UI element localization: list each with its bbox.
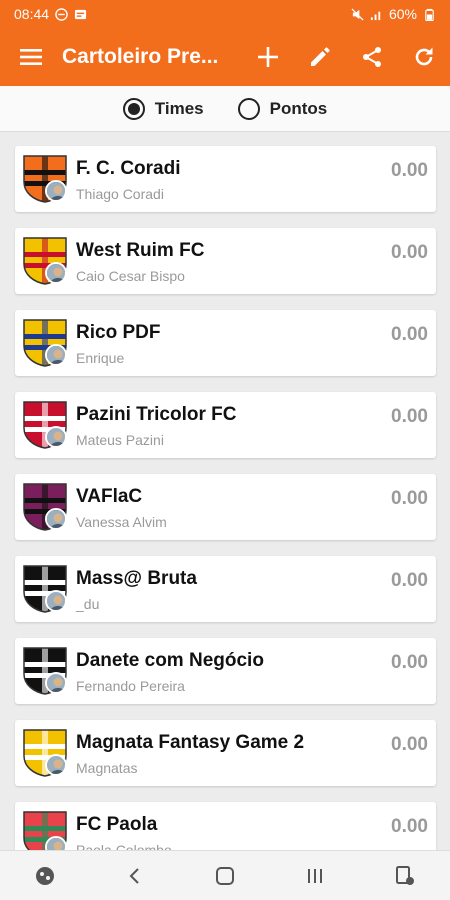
avatar: [45, 672, 67, 694]
team-score: 0.00: [391, 570, 428, 591]
system-nav-bar: [0, 850, 450, 900]
avatar: [45, 426, 67, 448]
refresh-icon: [415, 47, 433, 66]
radio-times-label: Times: [154, 98, 204, 118]
radio-selected-icon: [122, 97, 145, 120]
team-name: Danete com Negócio: [76, 650, 264, 671]
owner-name: Magnatas: [76, 760, 138, 776]
radio-unselected-icon: [237, 97, 260, 120]
home-button[interactable]: [205, 856, 245, 896]
owner-name: Vanessa Alvim: [76, 514, 167, 530]
team-score: 0.00: [391, 734, 428, 755]
plus-icon: [258, 47, 278, 67]
share-button[interactable]: [346, 28, 398, 86]
recents-button[interactable]: [295, 856, 335, 896]
pencil-icon: [311, 47, 330, 66]
avatar: [45, 344, 67, 366]
avatar: [45, 508, 67, 530]
owner-name: Fernando Pereira: [76, 678, 185, 694]
screenshot-icon: [396, 865, 414, 885]
team-score: 0.00: [391, 652, 428, 673]
battery-icon: [425, 8, 434, 21]
team-name: Magnata Fantasy Game 2: [76, 732, 305, 753]
owner-name: Caio Cesar Bispo: [76, 268, 185, 284]
radio-times[interactable]: Times: [122, 97, 204, 120]
view-toggle: Times Pontos: [0, 86, 450, 132]
notification-icon: [74, 9, 87, 19]
team-card[interactable]: Rico PDF Enrique 0.00: [15, 310, 436, 376]
owner-name: _du: [76, 596, 100, 612]
owner-name: Paola Colombo: [76, 842, 172, 850]
edit-button[interactable]: [294, 28, 346, 86]
status-bar: 08:44 60%: [0, 0, 450, 28]
team-name: Pazini Tricolor FC: [76, 404, 237, 425]
owner-name: Enrique: [76, 350, 125, 366]
team-score: 0.00: [391, 160, 428, 181]
team-card[interactable]: Magnata Fantasy Game 2 Magnatas 0.00: [15, 720, 436, 786]
team-card[interactable]: Pazini Tricolor FC Mateus Pazini 0.00: [15, 392, 436, 458]
app-bar: Cartoleiro Pre...: [0, 28, 450, 86]
mute-icon: [351, 8, 364, 20]
team-name: VAFlaC: [76, 486, 143, 507]
team-name: West Ruim FC: [76, 240, 205, 261]
team-score: 0.00: [391, 488, 428, 509]
team-name: F. C. Coradi: [76, 158, 181, 179]
refresh-button[interactable]: [398, 28, 450, 86]
game-icon: [36, 866, 54, 885]
radio-pontos[interactable]: Pontos: [237, 97, 328, 120]
share-icon: [363, 47, 381, 67]
team-score: 0.00: [391, 406, 428, 427]
battery-percent: 60%: [388, 6, 417, 22]
menu-button[interactable]: [0, 28, 62, 86]
back-button[interactable]: [115, 856, 155, 896]
owner-name: Mateus Pazini: [76, 432, 164, 448]
team-name: FC Paola: [76, 814, 158, 835]
add-button[interactable]: [242, 28, 294, 86]
home-icon: [216, 866, 234, 885]
status-time: 08:44: [14, 6, 50, 22]
team-card[interactable]: Mass@ Bruta _du 0.00: [15, 556, 436, 622]
team-card[interactable]: VAFlaC Vanessa Alvim 0.00: [15, 474, 436, 540]
team-list[interactable]: F. C. Coradi Thiago Coradi 0.00 West Ruim F…: [0, 132, 450, 850]
game-button[interactable]: [25, 856, 65, 896]
dnd-icon: [55, 7, 68, 21]
avatar: [45, 180, 67, 202]
team-name: Rico PDF: [76, 322, 161, 343]
signal-icon: [370, 11, 381, 20]
recents-icon: [308, 868, 322, 883]
team-score: 0.00: [391, 816, 428, 837]
team-score: 0.00: [391, 324, 428, 345]
app-title: Cartoleiro Pre...: [62, 45, 219, 68]
screenshot-button[interactable]: [385, 856, 425, 896]
team-card[interactable]: F. C. Coradi Thiago Coradi 0.00: [15, 146, 436, 212]
radio-pontos-label: Pontos: [269, 98, 328, 118]
avatar: [45, 262, 67, 284]
avatar: [45, 754, 67, 776]
back-icon: [129, 867, 139, 884]
owner-name: Thiago Coradi: [76, 186, 164, 202]
team-card[interactable]: Danete com Negócio Fernando Pereira 0.00: [15, 638, 436, 704]
team-card[interactable]: West Ruim FC Caio Cesar Bispo 0.00: [15, 228, 436, 294]
menu-icon: [20, 49, 42, 65]
team-name: Mass@ Bruta: [76, 568, 197, 589]
team-card[interactable]: FC Paola Paola Colombo 0.00: [15, 802, 436, 850]
avatar: [45, 590, 67, 612]
team-score: 0.00: [391, 242, 428, 263]
